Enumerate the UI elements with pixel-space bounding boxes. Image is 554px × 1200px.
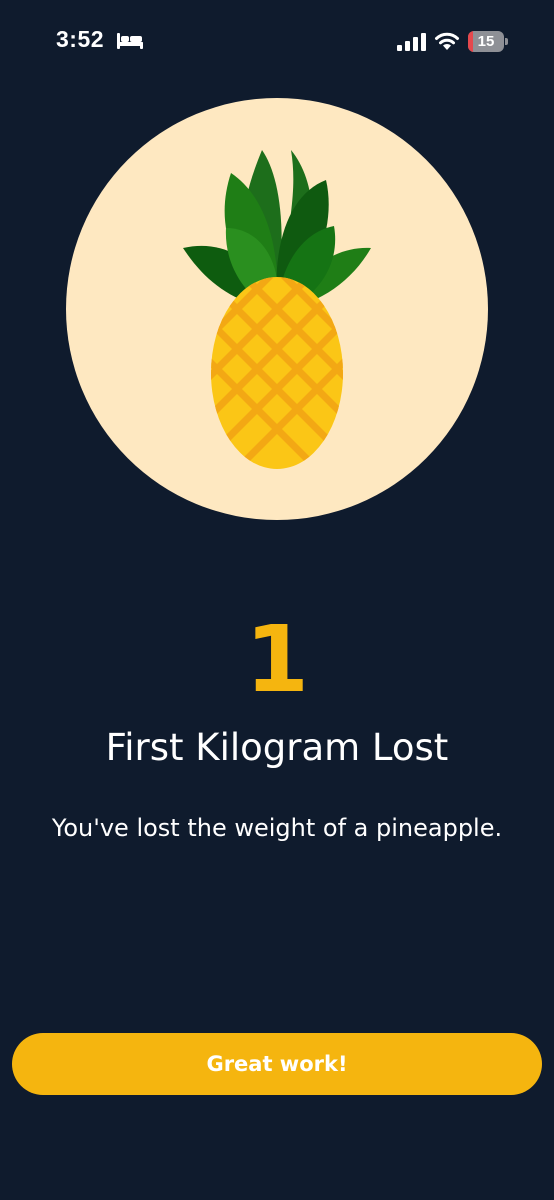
battery-indicator: 15 — [468, 31, 508, 52]
battery-level: 15 — [477, 33, 495, 50]
battery-cap — [505, 38, 508, 45]
pineapple-icon — [183, 150, 371, 469]
great-work-button[interactable]: Great work! — [12, 1033, 542, 1095]
status-time: 3:52 — [56, 26, 105, 52]
milestone-title: First Kilogram Lost — [105, 726, 449, 769]
milestone-message: You've lost the weight of a pineapple. — [51, 814, 503, 842]
bed-icon — [117, 33, 143, 49]
battery-body: 15 — [468, 31, 504, 52]
wifi-icon — [435, 32, 459, 50]
milestone-number: 1 — [244, 606, 309, 713]
status-bar: 3:52 15 — [0, 0, 554, 86]
cellular-signal-icon — [397, 33, 426, 51]
